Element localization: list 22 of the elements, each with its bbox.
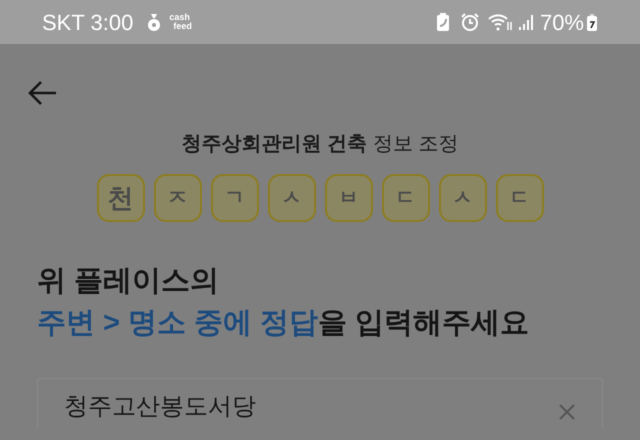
status-time: SKT 3:00 xyxy=(42,8,134,36)
wifi-icon xyxy=(488,12,514,32)
pouch-icon xyxy=(147,12,162,32)
battery-percent: 70% xyxy=(540,8,584,36)
hint-tile: ㅂ xyxy=(324,174,372,222)
hint-tile: ㄷ xyxy=(496,174,544,222)
hint-tile: ㅅ xyxy=(438,174,486,222)
hint-tile: ㅈ xyxy=(154,174,202,222)
hint-tile: ㅅ xyxy=(268,174,316,222)
question-text: 주변 > 명소 중에 정답을 입력해주세요 xyxy=(37,306,530,341)
hint-tile: 천 xyxy=(96,174,144,222)
answer-field[interactable]: 청주고산봉도서당 xyxy=(37,378,603,428)
question-text: 위 플레이스의 xyxy=(37,264,220,299)
place-title: 청주상회관리원 건축 정보 조정 xyxy=(182,132,458,156)
battery-saver-icon xyxy=(436,12,450,32)
hint-tile: ㄱ xyxy=(210,174,258,222)
alarm-icon xyxy=(460,12,480,32)
hint-tile: ㄷ xyxy=(382,174,430,222)
cashfeed-logo: cash feed xyxy=(169,13,192,31)
back-arrow-icon[interactable] xyxy=(28,80,58,106)
signal-icon xyxy=(518,13,534,31)
battery-icon xyxy=(586,12,598,32)
